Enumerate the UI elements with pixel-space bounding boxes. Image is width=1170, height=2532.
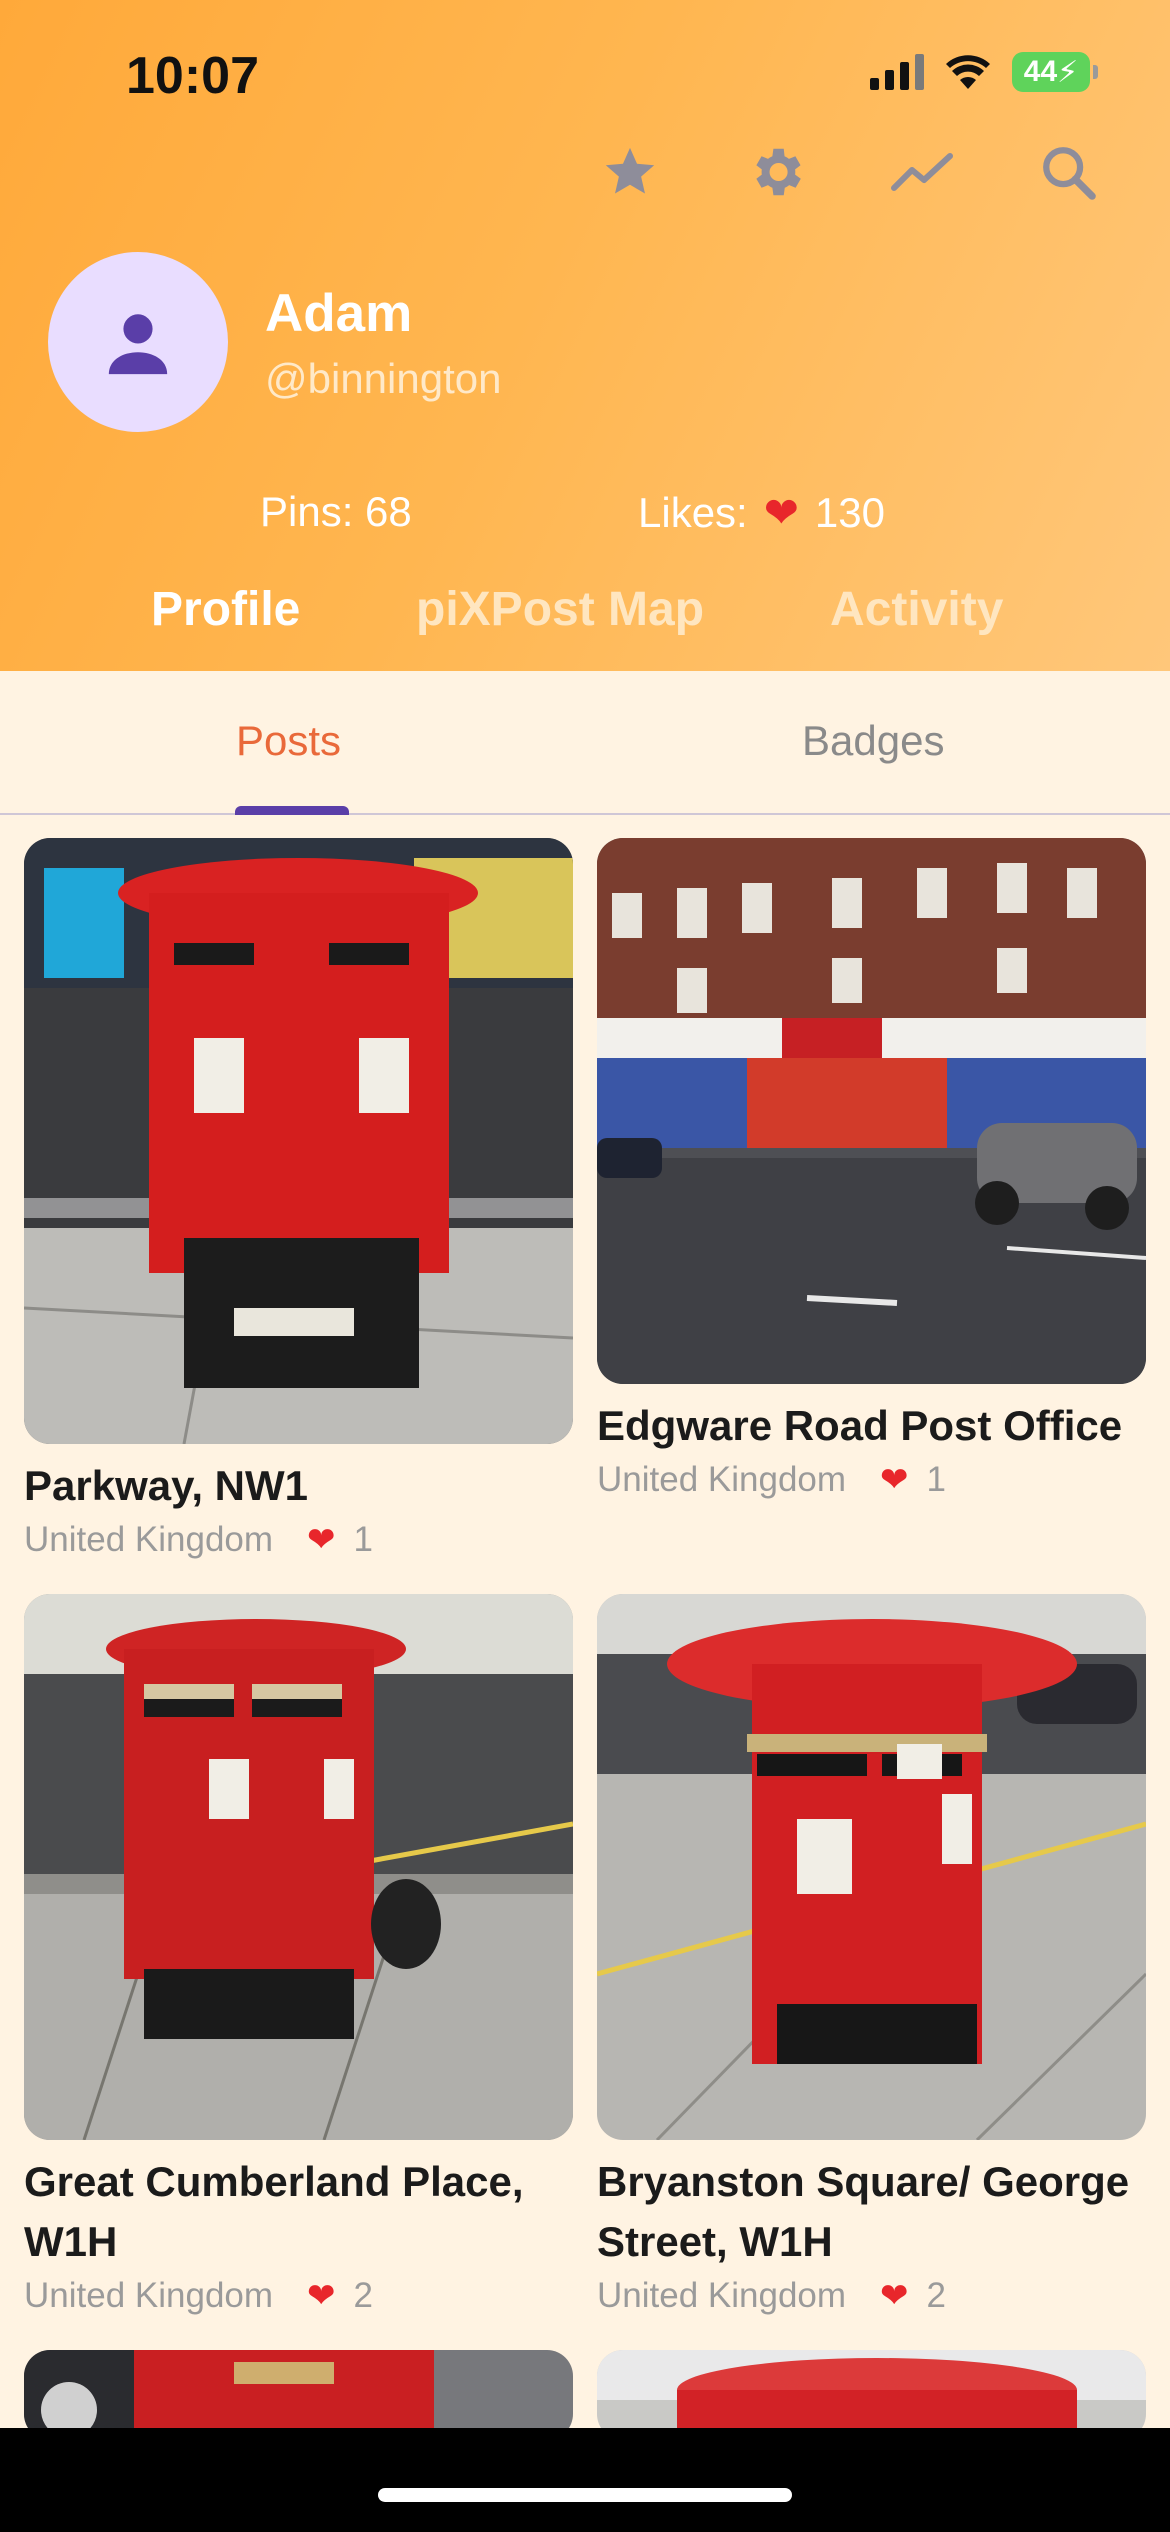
heart-icon[interactable]: ❤ xyxy=(880,1460,909,1500)
sub-tabs: Posts Badges xyxy=(0,671,1170,815)
post-photo[interactable] xyxy=(24,2350,573,2428)
header-actions xyxy=(598,140,1100,204)
selected-tab-indicator xyxy=(235,806,349,815)
profile-name: Adam xyxy=(265,284,413,343)
post-likes: 1 xyxy=(353,1520,374,1559)
post-likes: 1 xyxy=(926,1460,947,1499)
gear-icon[interactable] xyxy=(744,140,808,204)
avatar[interactable] xyxy=(48,252,228,432)
post-photo[interactable] xyxy=(24,838,573,1444)
cellular-signal-icon xyxy=(870,54,924,90)
post-card[interactable]: Bryanston Square/ George Street, W1H Uni… xyxy=(597,1594,1146,2316)
post-meta: United Kingdom ❤ 2 xyxy=(597,2276,1146,2316)
heart-icon[interactable]: ❤ xyxy=(307,1520,336,1560)
battery-level: 44 xyxy=(1023,55,1058,88)
status-icons: 44 ⚡ xyxy=(870,52,1098,92)
star-icon[interactable] xyxy=(598,140,662,204)
post-photo[interactable] xyxy=(597,1594,1146,2140)
post-card[interactable]: Parkway, NW1 United Kingdom ❤ 1 xyxy=(24,838,573,1560)
trending-icon[interactable] xyxy=(890,140,954,204)
tab-activity[interactable]: Activity xyxy=(830,582,1003,637)
post-photo[interactable] xyxy=(597,838,1146,1384)
post-card[interactable]: Great Cumberland Place, W1H United Kingd… xyxy=(24,1594,573,2316)
tab-posts[interactable]: Posts xyxy=(236,717,341,765)
heart-icon[interactable]: ❤ xyxy=(307,2276,336,2316)
tab-badges[interactable]: Badges xyxy=(802,717,944,765)
tab-pixpost-map[interactable]: piXPost Map xyxy=(416,582,704,637)
search-icon[interactable] xyxy=(1036,140,1100,204)
post-title: Great Cumberland Place, W1H xyxy=(24,2158,524,2265)
post-card[interactable] xyxy=(24,2350,573,2428)
likes-count: 130 xyxy=(814,488,885,536)
person-icon xyxy=(108,314,168,375)
post-likes: 2 xyxy=(353,2276,374,2315)
post-title: Edgware Road Post Office xyxy=(597,1402,1123,1449)
heart-icon: ❤ xyxy=(763,489,799,536)
post-photo[interactable] xyxy=(24,1594,573,2140)
pins-count: Pins: 68 xyxy=(260,488,412,535)
post-country: United Kingdom xyxy=(597,1460,847,1499)
status-time: 10:07 xyxy=(126,47,259,105)
battery-icon: 44 ⚡ xyxy=(1012,52,1098,92)
post-title: Parkway, NW1 xyxy=(24,1462,309,1509)
post-card[interactable]: Edgware Road Post Office United Kingdom … xyxy=(597,838,1146,1500)
profile-handle: @binnington xyxy=(265,355,502,402)
likes-label: Likes: xyxy=(638,488,748,536)
home-indicator[interactable] xyxy=(378,2488,792,2502)
heart-icon[interactable]: ❤ xyxy=(880,2276,909,2316)
post-meta: United Kingdom ❤ 2 xyxy=(24,2276,573,2316)
post-country: United Kingdom xyxy=(24,2276,274,2315)
post-country: United Kingdom xyxy=(24,1520,274,1559)
app-screen: 10:07 44 ⚡ Adam @binnington Pins: 68 Lik… xyxy=(0,0,1170,2428)
likes-stat: Likes: ❤ 130 xyxy=(638,488,885,537)
post-title: Bryanston Square/ George Street, W1H xyxy=(597,2158,1130,2265)
wifi-icon xyxy=(946,55,990,89)
post-country: United Kingdom xyxy=(597,2276,847,2315)
post-card[interactable] xyxy=(597,2350,1146,2428)
tab-profile[interactable]: Profile xyxy=(151,582,300,637)
post-meta: United Kingdom ❤ 1 xyxy=(597,1460,1146,1500)
post-meta: United Kingdom ❤ 1 xyxy=(24,1520,573,1560)
profile-header: 10:07 44 ⚡ Adam @binnington Pins: 68 Lik… xyxy=(0,0,1170,671)
post-photo[interactable] xyxy=(597,2350,1146,2428)
post-likes: 2 xyxy=(926,2276,947,2315)
